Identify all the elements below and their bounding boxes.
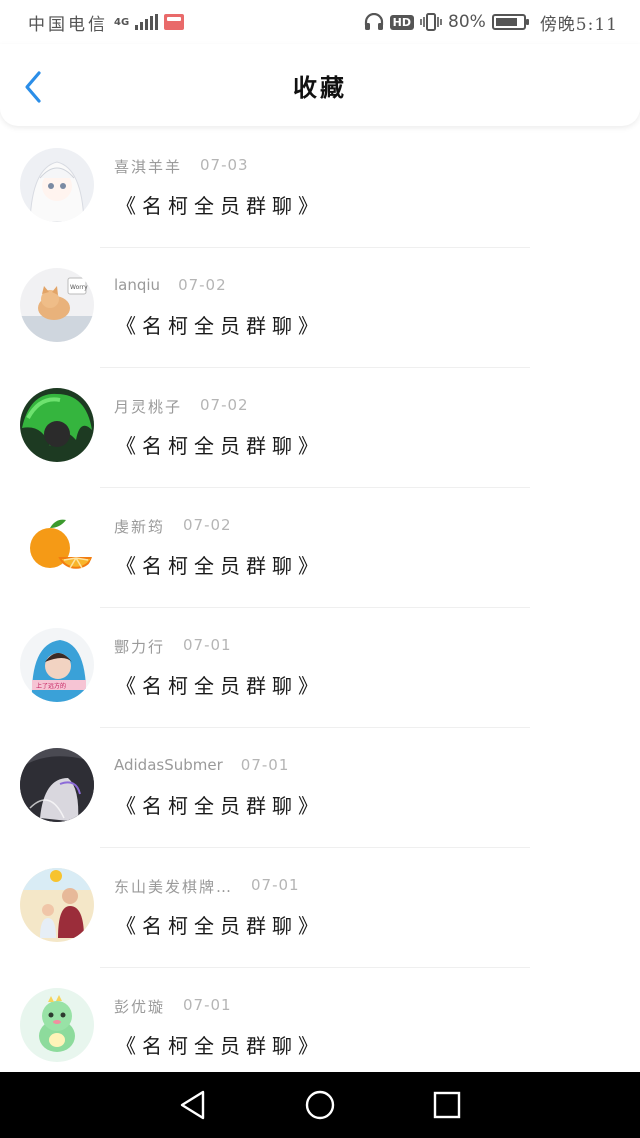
favorite-date: 07-03 [200,156,249,174]
favorite-content: 《名柯全员群聊》 [116,314,324,338]
favorite-meta: 喜淇羊羊 07-03 [114,156,249,177]
sender-name: 虔新筠 [114,518,166,536]
favorite-date: 07-02 [200,396,249,414]
clock: 傍晚5:11 [539,14,618,35]
avatar[interactable] [20,868,94,942]
favorite-item[interactable]: 彭优璇 07-01 《名柯全员群聊》 [0,968,640,1088]
nav-back-button[interactable] [173,1085,213,1125]
back-button[interactable] [20,70,50,104]
battery-icon [491,14,529,30]
favorites-list: 喜淇羊羊 07-03 《名柯全员群聊》 Worry lanqiu 07-02 《名柯全员群聊… [0,128,640,1088]
favorite-content: 《名柯全员群聊》 [116,434,324,458]
triangle-back-icon [181,1090,205,1120]
favorite-meta: 虔新筠 07-02 [114,516,232,537]
favorite-item[interactable]: 上了远方的 酆力行 07-01 《名柯全员群聊》 [0,608,640,728]
favorite-date: 07-01 [240,756,290,774]
avatar[interactable] [20,508,94,582]
status-right: HD 80% 傍晚5:11 [364,10,618,35]
carrier-label: 中国电信 [28,14,108,35]
status-left: 中国电信 4G [28,10,185,35]
page-title: 收藏 [293,72,347,102]
circle-home-icon [305,1090,335,1120]
favorite-item[interactable]: 东山美发棋牌… 07-01 《名柯全员群聊》 [0,848,640,968]
favorite-item[interactable]: Worry lanqiu 07-02 《名柯全员群聊》 [0,248,640,368]
svg-text:上了远方的: 上了远方的 [36,682,66,690]
favorite-date: 07-01 [183,636,232,654]
favorite-content: 《名柯全员群聊》 [116,194,324,218]
sender-name: 酆力行 [114,638,166,656]
headphones-icon [364,13,383,30]
vibrate-icon [420,13,442,31]
sender-name: 东山美发棋牌… [114,878,234,896]
favorite-meta: lanqiu 07-02 [114,276,227,294]
favorite-meta: 彭优璇 07-01 [114,996,232,1017]
favorite-meta: 月灵桃子 07-02 [114,396,249,417]
avatar[interactable] [20,988,94,1062]
avatar[interactable] [20,148,94,222]
favorite-meta: 东山美发棋牌… 07-01 [114,876,300,897]
favorite-item[interactable]: 喜淇羊羊 07-03 《名柯全员群聊》 [0,128,640,248]
sender-name: 彭优璇 [114,998,166,1016]
favorite-content: 《名柯全员群聊》 [116,914,324,938]
favorite-item[interactable]: 虔新筠 07-02 《名柯全员群聊》 [0,488,640,608]
hd-icon: HD [389,14,415,30]
chevron-left-icon [25,71,41,103]
sender-name: AdidasSubmer [114,756,223,774]
status-bar: 中国电信 4G HD 80% 傍晚5:11 [0,0,640,44]
header-bar: 收藏 [0,44,640,126]
favorite-meta: 酆力行 07-01 [114,636,232,657]
message-notification-icon [164,14,185,30]
avatar[interactable]: 上了远方的 [20,628,94,702]
favorite-content: 《名柯全员群聊》 [116,1034,324,1058]
sender-name: 月灵桃子 [114,398,183,416]
system-nav-bar [0,1072,640,1138]
app-screen: 中国电信 4G HD 80% 傍晚5:11 收藏 喜淇羊羊 07-03 《名柯全… [0,0,640,1138]
favorite-date: 07-02 [183,516,232,534]
square-recents-icon [433,1091,460,1119]
favorite-date: 07-02 [178,276,227,294]
signal-icon [135,14,159,30]
favorite-date: 07-01 [251,876,300,894]
avatar[interactable] [20,388,94,462]
favorite-item[interactable]: 月灵桃子 07-02 《名柯全员群聊》 [0,368,640,488]
battery-percent: 80% [448,12,486,32]
favorite-content: 《名柯全员群聊》 [116,554,324,578]
avatar[interactable]: Worry [20,268,94,342]
svg-text:Worry: Worry [70,284,88,291]
nav-home-button[interactable] [300,1085,340,1125]
nav-recents-button[interactable] [427,1085,467,1125]
network-type: 4G [114,16,130,28]
favorite-content: 《名柯全员群聊》 [116,794,324,818]
sender-name: 喜淇羊羊 [114,158,183,176]
sender-name: lanqiu [114,276,161,294]
favorite-meta: AdidasSubmer 07-01 [114,756,289,774]
favorite-item[interactable]: AdidasSubmer 07-01 《名柯全员群聊》 [0,728,640,848]
favorite-date: 07-01 [183,996,232,1014]
favorite-content: 《名柯全员群聊》 [116,674,324,698]
avatar[interactable] [20,748,94,822]
